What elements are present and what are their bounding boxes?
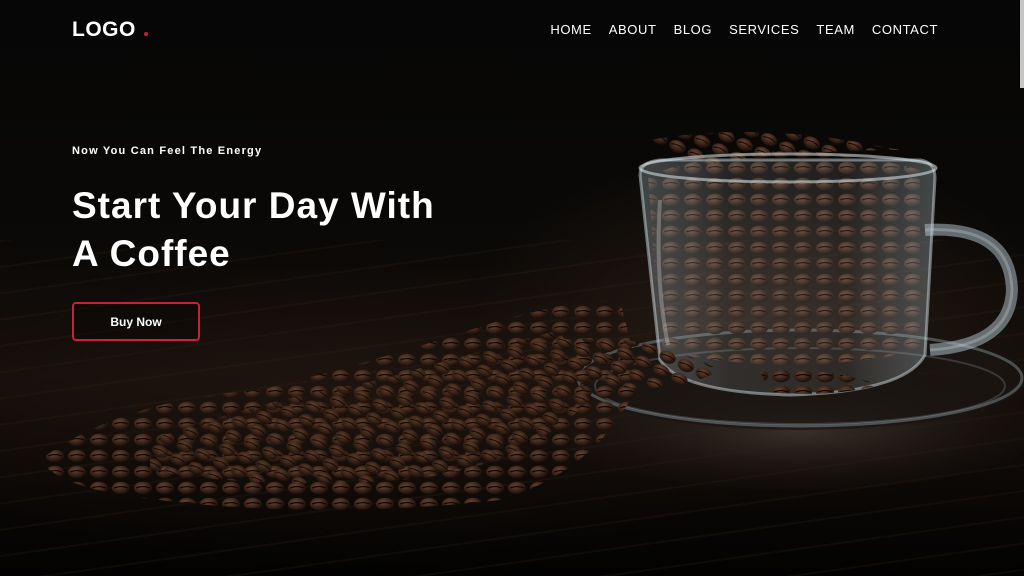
hero-headline: Start Your Day With A Coffee	[72, 182, 492, 278]
hero-tagline: Now You Can Feel The Energy	[72, 145, 263, 157]
logo[interactable]: LOGO	[72, 18, 148, 42]
coffee-beans-cup-image	[40, 132, 1024, 510]
main-nav: HOME ABOUT BLOG SERVICES TEAM CONTACT	[550, 22, 938, 37]
nav-link-blog[interactable]: BLOG	[674, 22, 713, 37]
nav-link-team[interactable]: TEAM	[816, 22, 855, 37]
buy-now-button[interactable]: Buy Now	[72, 302, 200, 341]
hero-section: LOGO HOME ABOUT BLOG SERVICES TEAM CONTA…	[0, 0, 1024, 576]
hero-headline-line1: Start Your Day With	[72, 185, 435, 226]
logo-dot-icon	[143, 32, 148, 36]
nav-link-contact[interactable]: CONTACT	[872, 22, 938, 37]
nav-link-home[interactable]: HOME	[550, 22, 591, 37]
hero-headline-line2: A Coffee	[72, 233, 231, 274]
nav-link-about[interactable]: ABOUT	[609, 22, 657, 37]
navbar: LOGO HOME ABOUT BLOG SERVICES TEAM CONTA…	[0, 0, 1024, 62]
logo-text: LOGO	[72, 18, 136, 41]
nav-link-services[interactable]: SERVICES	[729, 22, 799, 37]
